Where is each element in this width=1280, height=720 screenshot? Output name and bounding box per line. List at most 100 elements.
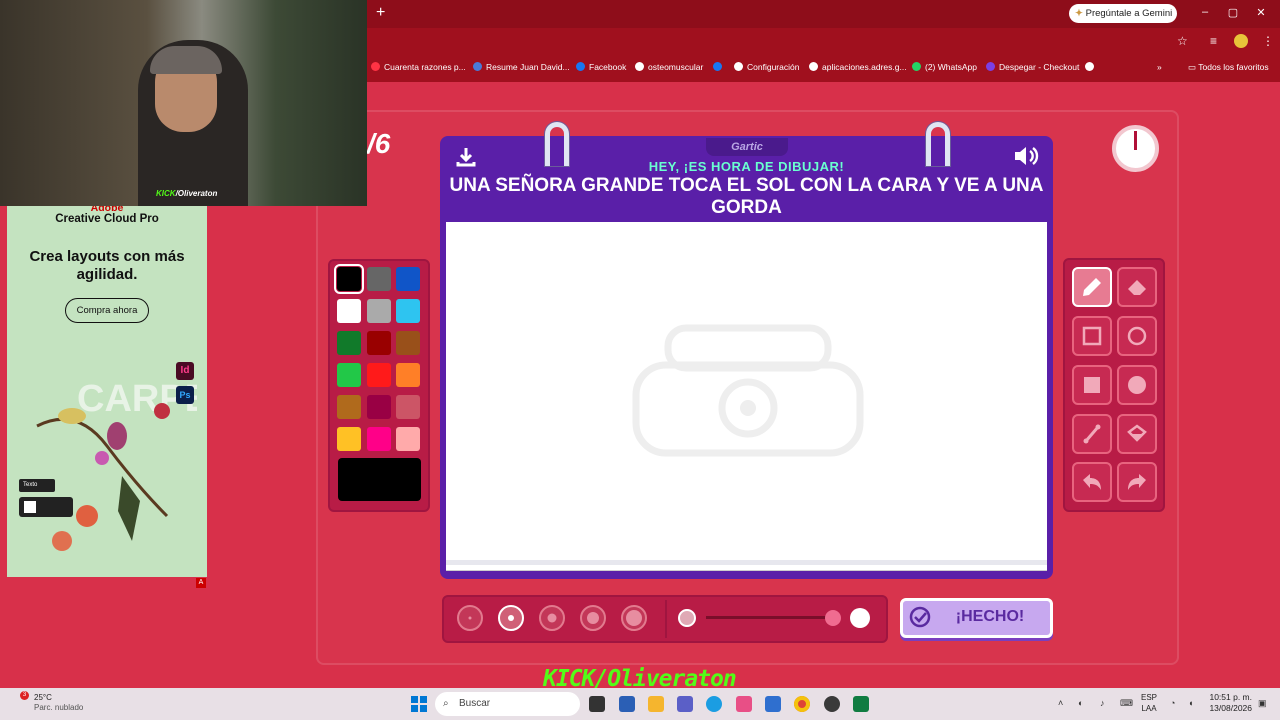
excel-icon[interactable] bbox=[853, 696, 869, 712]
weather-temp: 25°C bbox=[34, 693, 52, 702]
bookmark-item[interactable]: osteomuscular bbox=[635, 58, 703, 76]
color-swatch[interactable] bbox=[367, 395, 391, 419]
bookmark-item[interactable] bbox=[1085, 58, 1098, 76]
color-swatch[interactable] bbox=[337, 299, 361, 323]
color-swatch[interactable] bbox=[396, 427, 420, 451]
circle-outline-icon bbox=[1127, 326, 1147, 346]
gartic-phone-watermark-icon bbox=[632, 324, 864, 457]
color-swatch[interactable] bbox=[396, 267, 420, 291]
square-outline-icon bbox=[1082, 326, 1102, 346]
bookmark-item[interactable]: Resume Juan David... bbox=[473, 58, 570, 76]
color-swatch[interactable] bbox=[337, 427, 361, 451]
bookmark-label: Cuarenta razones p... bbox=[384, 62, 466, 72]
color-swatch[interactable] bbox=[334, 264, 364, 294]
opacity-slider-track[interactable] bbox=[706, 616, 834, 619]
color-swatch[interactable] bbox=[337, 363, 361, 387]
notifications-icon[interactable]: ▣ bbox=[1258, 698, 1267, 709]
windows-start-icon[interactable] bbox=[411, 696, 427, 712]
brush-size-3[interactable] bbox=[539, 605, 565, 631]
edge-icon[interactable] bbox=[706, 696, 722, 712]
wifi-icon[interactable]: ◔ bbox=[1170, 698, 1175, 708]
tray-app-icon[interactable]: ◐ bbox=[1078, 698, 1083, 708]
menu-kebab-icon[interactable]: ⋮ bbox=[1262, 34, 1274, 48]
line-tool[interactable] bbox=[1072, 414, 1112, 454]
circle-outline-tool[interactable] bbox=[1117, 316, 1157, 356]
bookmark-item[interactable] bbox=[713, 58, 726, 76]
keyboard-icon[interactable]: ⌨ bbox=[1120, 698, 1133, 709]
color-swatch[interactable] bbox=[396, 395, 420, 419]
color-swatch[interactable] bbox=[367, 363, 391, 387]
bookmark-item[interactable]: Despegar - Checkout bbox=[986, 58, 1079, 76]
prompt-subtitle: HEY, ¡ES HORA DE DIBUJAR! bbox=[648, 159, 845, 174]
brush-size-2[interactable] bbox=[498, 605, 524, 631]
search-placeholder: Buscar bbox=[459, 698, 491, 709]
brush-size-4[interactable] bbox=[580, 605, 606, 631]
color-swatch[interactable] bbox=[396, 299, 420, 323]
close-window-button[interactable]: ✕ bbox=[1254, 6, 1268, 19]
drawing-prompt: UNA SEÑORA GRANDE TOCA EL SOL CON LA CAR… bbox=[449, 175, 1044, 218]
rectangle-outline-tool[interactable] bbox=[1072, 316, 1112, 356]
media-controls-icon[interactable]: ≡ bbox=[1210, 34, 1217, 48]
opacity-max-indicator bbox=[850, 608, 870, 628]
new-tab-button[interactable]: + bbox=[376, 5, 392, 21]
search-icon: ⌕ bbox=[443, 698, 449, 709]
gartic-logo-tab: Gartic bbox=[706, 138, 788, 156]
weather-widget[interactable]: 3 25°C Parc. nublado bbox=[14, 691, 84, 713]
file-explorer-icon[interactable] bbox=[648, 696, 664, 712]
ask-gemini-button[interactable]: ✦ Pregúntale a Gemini bbox=[1069, 4, 1177, 23]
minimize-button[interactable]: – bbox=[1198, 6, 1212, 18]
opacity-slider-handle[interactable] bbox=[825, 610, 841, 626]
color-swatch[interactable] bbox=[367, 299, 391, 323]
fill-bucket-tool[interactable] bbox=[1117, 414, 1157, 454]
bookmark-label: Facebook bbox=[589, 62, 627, 72]
mail-icon[interactable] bbox=[765, 696, 781, 712]
bookmarks-overflow-button[interactable]: » bbox=[1157, 58, 1162, 76]
brush-size-1[interactable] bbox=[457, 605, 483, 631]
bookmark-star-icon[interactable]: ☆ bbox=[1177, 34, 1188, 48]
tray-overflow-icon[interactable]: ˄ bbox=[1058, 698, 1063, 708]
profile-avatar[interactable] bbox=[1234, 34, 1248, 48]
microphone-icon[interactable]: ♪ bbox=[1100, 698, 1105, 708]
system-clock[interactable]: 10:51 p. m. 13/08/2026 bbox=[1208, 692, 1252, 714]
color-swatch[interactable] bbox=[367, 331, 391, 355]
bookmark-item[interactable]: aplicaciones.adres.g... bbox=[809, 58, 907, 76]
pencil-tool[interactable] bbox=[1072, 267, 1112, 307]
ad-cta-button[interactable]: Compra ahora bbox=[65, 298, 149, 323]
taskbar-search-input[interactable]: ⌕ Buscar bbox=[435, 692, 580, 716]
color-swatch[interactable] bbox=[367, 267, 391, 291]
maximize-button[interactable]: ▢ bbox=[1226, 6, 1240, 19]
color-swatch[interactable] bbox=[396, 331, 420, 355]
square-filled-icon bbox=[1084, 377, 1100, 393]
opacity-min-indicator bbox=[678, 609, 696, 627]
bookmark-item[interactable]: Configuración bbox=[734, 58, 799, 76]
task-view-icon[interactable] bbox=[589, 696, 605, 712]
weather-badge: 3 bbox=[20, 691, 29, 700]
language-indicator[interactable]: ESP LAA bbox=[1141, 692, 1157, 714]
circle-fill-tool[interactable] bbox=[1117, 365, 1157, 405]
adobe-ad[interactable]: Adobe Creative Cloud Pro Crea layouts co… bbox=[7, 206, 207, 577]
gear-icon bbox=[734, 62, 743, 71]
eraser-tool[interactable] bbox=[1117, 267, 1157, 307]
adchoices-icon[interactable]: A bbox=[196, 578, 206, 588]
speaker-icon[interactable]: ◖ bbox=[1188, 698, 1193, 708]
obs-icon[interactable] bbox=[824, 696, 840, 712]
bookmark-item[interactable]: (2) WhatsApp bbox=[912, 58, 977, 76]
color-swatch[interactable] bbox=[396, 363, 420, 387]
redo-tool[interactable] bbox=[1117, 462, 1157, 502]
rectangle-fill-tool[interactable] bbox=[1072, 365, 1112, 405]
teams-icon[interactable] bbox=[677, 696, 693, 712]
color-swatch[interactable] bbox=[337, 331, 361, 355]
bookmark-label: aplicaciones.adres.g... bbox=[822, 62, 907, 72]
all-bookmarks-button[interactable]: ▭ Todos los favoritos bbox=[1188, 58, 1269, 76]
store-icon[interactable] bbox=[619, 696, 635, 712]
brush-size-5[interactable] bbox=[621, 605, 647, 631]
color-swatch[interactable] bbox=[367, 427, 391, 451]
weather-desc: Parc. nublado bbox=[34, 703, 84, 712]
chrome-icon[interactable] bbox=[794, 696, 810, 712]
bookmark-item[interactable]: Facebook bbox=[576, 58, 626, 76]
bookmark-item[interactable]: Cuarenta razones p... bbox=[371, 58, 466, 76]
copilot-icon[interactable] bbox=[736, 696, 752, 712]
eraser-icon bbox=[1128, 280, 1146, 295]
undo-tool[interactable] bbox=[1072, 462, 1112, 502]
color-swatch[interactable] bbox=[337, 395, 361, 419]
